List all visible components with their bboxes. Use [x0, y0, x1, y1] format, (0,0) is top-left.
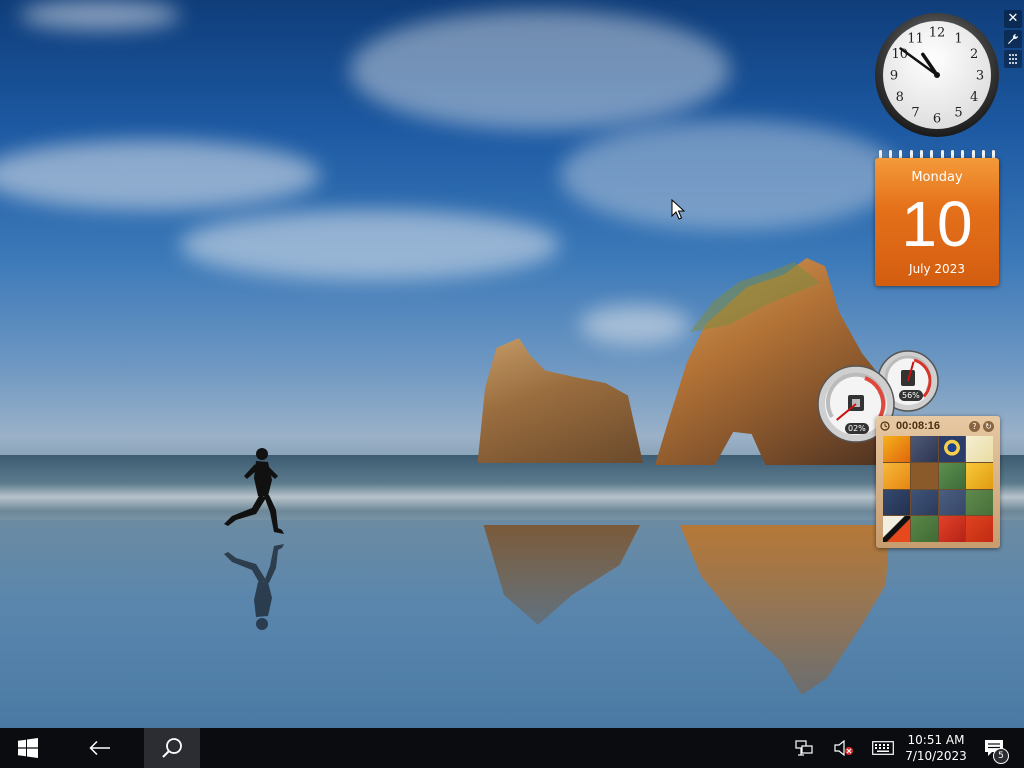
puzzle-tile[interactable] [966, 462, 993, 489]
puzzle-tile[interactable] [966, 516, 993, 542]
puzzle-tile[interactable] [938, 489, 966, 516]
cloud [20, 0, 180, 30]
keyboard-icon [872, 741, 894, 755]
picture-puzzle-gadget[interactable]: 00:08:16 ? ↻ [876, 416, 1000, 548]
puzzle-clock-icon [880, 421, 890, 431]
runner-silhouette [224, 448, 284, 534]
calendar-page[interactable]: Monday 10 July 2023 [875, 158, 999, 286]
gadget-options-button[interactable] [1004, 30, 1022, 48]
taskbar-clock[interactable]: 10:51 AM 7/10/2023 [900, 732, 972, 764]
mouse-cursor-icon [671, 199, 685, 220]
clock-numeral: 12 [929, 26, 946, 41]
clock-numeral: 6 [933, 112, 941, 127]
back-arrow-icon [89, 740, 110, 756]
desktop-wallpaper[interactable] [0, 0, 1024, 728]
search-icon [162, 738, 182, 758]
puzzle-tile[interactable] [938, 462, 966, 489]
puzzle-tile[interactable] [910, 489, 938, 516]
puzzle-tile[interactable] [910, 436, 938, 462]
puzzle-tile[interactable] [938, 516, 966, 542]
taskbar-date: 7/10/2023 [905, 749, 967, 763]
clock-numeral: 7 [911, 106, 919, 121]
runner-reflection [224, 544, 284, 630]
search-button[interactable] [144, 728, 200, 768]
close-gadget-button[interactable]: ✕ [1004, 10, 1022, 28]
puzzle-tile[interactable] [938, 436, 966, 462]
puzzle-tile[interactable] [910, 516, 938, 542]
puzzle-tile[interactable] [883, 462, 910, 489]
clock-numeral: 8 [896, 90, 904, 105]
clock-numeral: 2 [970, 47, 978, 62]
clock-center-pin [934, 72, 940, 78]
touch-keyboard-button[interactable] [870, 728, 896, 768]
puzzle-timer: 00:08:16 [896, 420, 941, 432]
volume-muted-icon [834, 740, 853, 756]
puzzle-help-button[interactable]: ? [969, 420, 980, 432]
notification-count-badge: 5 [993, 748, 1009, 764]
volume-tray-button[interactable] [832, 728, 856, 768]
clock-numeral: 1 [954, 31, 962, 46]
taskbar: 10:51 AM 7/10/2023 [0, 728, 1024, 768]
puzzle-tile[interactable] [883, 516, 910, 542]
network-tray-button[interactable] [792, 728, 816, 768]
grip-icon [1009, 54, 1017, 64]
calendar-weekday: Monday [911, 170, 963, 185]
calendar-gadget[interactable]: Monday 10 July 2023 [875, 150, 999, 286]
sea-stack-rock [477, 338, 643, 463]
cloud [0, 140, 320, 210]
start-button[interactable] [0, 728, 56, 768]
calendar-day-number: 10 [901, 188, 973, 260]
cpu-percent-label: 02% [845, 423, 869, 434]
taskbar-time: 10:51 AM [907, 733, 965, 747]
puzzle-header: 00:08:16 ? ↻ [882, 419, 994, 433]
cloud [180, 210, 560, 280]
clock-gadget[interactable]: 12 1234567891011 [874, 12, 1000, 138]
puzzle-tile[interactable] [883, 489, 910, 516]
puzzle-tile[interactable] [883, 436, 910, 462]
cloud [350, 10, 730, 130]
gadget-toolbar: ✕ [1003, 10, 1023, 68]
network-icon [795, 740, 813, 756]
back-button[interactable] [72, 728, 128, 768]
clock-numeral: 4 [970, 90, 978, 105]
sea [0, 455, 1024, 525]
puzzle-grid [883, 436, 993, 542]
cloud [560, 120, 900, 230]
calendar-month-year: July 2023 [909, 262, 965, 276]
cloud [580, 305, 690, 345]
puzzle-tile[interactable] [966, 436, 993, 462]
gadget-drag-handle[interactable] [1004, 50, 1022, 68]
clock-numeral: 3 [976, 69, 984, 84]
windows-logo-icon [18, 738, 38, 758]
clock-numeral: 9 [890, 69, 898, 84]
puzzle-shuffle-button[interactable]: ↻ [983, 420, 994, 432]
clock-numeral: 5 [954, 106, 962, 121]
memory-percent-label: 56% [899, 390, 923, 401]
close-icon: ✕ [1007, 11, 1019, 26]
clock-numeral: 11 [907, 31, 924, 46]
wrench-icon [1008, 34, 1018, 44]
puzzle-empty-slot[interactable] [910, 462, 938, 489]
puzzle-tile[interactable] [966, 489, 993, 516]
